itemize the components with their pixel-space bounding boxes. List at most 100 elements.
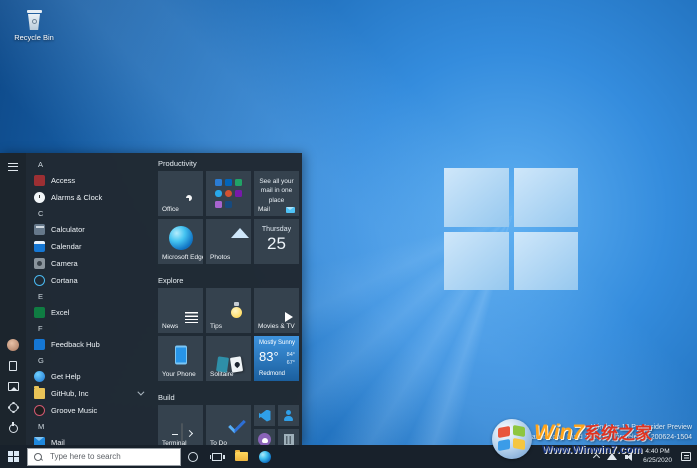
tile-github-desktop[interactable] (254, 429, 275, 445)
tile-movies-tv[interactable]: Movies & TV (254, 288, 299, 333)
avatar-icon (7, 339, 19, 351)
alarm-clock-icon (34, 192, 45, 203)
tile-office[interactable]: Office (158, 171, 203, 216)
teams-mini-icon (225, 201, 232, 208)
app-list-letter-header[interactable]: F (28, 321, 150, 336)
letter-label: A (38, 160, 43, 169)
tile-group-header-build[interactable]: Build (158, 391, 298, 405)
weather-temperature: 83° (259, 349, 279, 364)
cortana-button[interactable] (181, 445, 205, 468)
app-list-item-feedback-hub[interactable]: Feedback Hub (28, 336, 150, 353)
tile-terminal[interactable]: Terminal (158, 405, 203, 445)
mail-icon (34, 437, 45, 445)
chevron-down-icon (137, 389, 144, 396)
feedback-hub-icon (34, 339, 45, 350)
app-list-item-cortana[interactable]: Cortana (28, 272, 150, 289)
search-input[interactable] (28, 449, 180, 465)
file-explorer-button[interactable] (229, 445, 253, 468)
app-list-item-camera[interactable]: Camera (28, 255, 150, 272)
recycle-bin-desktop-icon[interactable]: Recycle Bin (8, 10, 60, 42)
app-list-item-alarms-clock[interactable]: Alarms & Clock (28, 189, 150, 206)
app-list-item-github-inc[interactable]: GitHub, Inc (28, 385, 150, 402)
app-label: Camera (51, 259, 78, 268)
power-button[interactable] (3, 420, 23, 437)
letter-label: E (38, 292, 43, 301)
tile-label: Tips (210, 323, 222, 330)
start-button[interactable] (0, 445, 27, 468)
brand-chinese-text: 系统之家 (584, 424, 652, 443)
tile-calendar[interactable]: Thursday 25 (254, 219, 299, 264)
app-label: Groove Music (51, 406, 97, 415)
app-list-letter-header[interactable]: C (28, 206, 150, 221)
logo-pane (514, 232, 579, 291)
power-icon (9, 424, 18, 433)
tile-dev-app[interactable] (278, 429, 299, 445)
app-list-letter-header[interactable]: A (28, 157, 150, 172)
app-list-item-groove-music[interactable]: Groove Music (28, 402, 150, 419)
tile-photos[interactable]: Photos (206, 219, 251, 264)
building-icon (284, 434, 294, 446)
taskbar-search-box[interactable] (27, 448, 181, 466)
screen: Recycle Bin A Access Alarms & Clock C Ca… (0, 0, 697, 468)
weather-condition: Mostly Sunny (259, 340, 295, 346)
app-list-item-calendar[interactable]: Calendar (28, 238, 150, 255)
person-icon (283, 410, 295, 422)
flag-pane-red (498, 426, 510, 438)
app-list-letter-header[interactable]: E (28, 289, 150, 304)
word-mini-icon (215, 179, 222, 186)
tile-dev-person[interactable] (278, 405, 299, 426)
tile-to-do[interactable]: To Do (206, 405, 251, 445)
tile-label: Solitaire (210, 371, 233, 378)
expand-menu-button[interactable] (3, 158, 23, 175)
pictures-button[interactable] (3, 378, 23, 395)
app-list-item-access[interactable]: Access (28, 172, 150, 189)
documents-button[interactable] (3, 357, 23, 374)
settings-button[interactable] (3, 399, 23, 416)
tile-your-phone[interactable]: Your Phone (158, 336, 203, 381)
recycle-bin-label: Recycle Bin (8, 33, 60, 42)
tile-label: Photos (210, 254, 230, 261)
app-list-letter-header[interactable]: G (28, 353, 150, 368)
app-label: Feedback Hub (51, 340, 100, 349)
edge-taskbar-button[interactable] (253, 445, 277, 468)
tile-group-header-explore[interactable]: Explore (158, 274, 298, 288)
app-label: Cortana (51, 276, 78, 285)
search-icon (34, 453, 43, 462)
task-view-button[interactable] (205, 445, 229, 468)
onedrive-mini-icon (215, 190, 222, 197)
app-list-item-calculator[interactable]: Calculator (28, 221, 150, 238)
app-list-item-mail[interactable]: Mail (28, 434, 150, 445)
tile-label: Your Phone (162, 371, 196, 378)
tile-group-header-productivity[interactable]: Productivity (158, 157, 298, 171)
app-list-item-get-help[interactable]: Get Help (28, 368, 150, 385)
logo-pane (444, 168, 509, 227)
tile-label: Mail (258, 206, 270, 213)
mail-tile-footer: Mail (258, 206, 295, 213)
folder-icon (34, 388, 45, 399)
letter-label: M (38, 422, 44, 431)
tile-label: News (162, 323, 178, 330)
tile-tips[interactable]: Tips (206, 288, 251, 333)
cortana-icon (34, 275, 45, 286)
tile-office-apps-folder[interactable] (206, 171, 251, 216)
tile-visual-studio[interactable] (254, 405, 275, 426)
app-list-item-excel[interactable]: Excel (28, 304, 150, 321)
powerpoint-mini-icon (225, 190, 232, 197)
access-icon (34, 175, 45, 186)
app-label: Access (51, 176, 75, 185)
brand-watermark: Win7系统之家 Www.Winwin7.com (492, 413, 697, 468)
tile-solitaire[interactable]: Solitaire (206, 336, 251, 381)
brand-win7-text: Win7 (534, 421, 584, 444)
weather-high-low: 84°67° (287, 351, 295, 368)
tile-microsoft-edge[interactable]: Microsoft Edge (158, 219, 203, 264)
office-apps-mini-icons (215, 178, 242, 209)
windows-orb-logo (492, 419, 532, 459)
tile-mail[interactable]: See all your mail in one place Mail (254, 171, 299, 216)
tile-weather[interactable]: Mostly Sunny 83° 84°67° Redmond (254, 336, 299, 381)
tile-news[interactable]: News (158, 288, 203, 333)
app-label: GitHub, Inc (51, 389, 89, 398)
calendar-icon (34, 241, 45, 252)
app-list-letter-header[interactable]: M (28, 419, 150, 434)
tile-label: Movies & TV (258, 323, 295, 330)
user-account-button[interactable] (3, 336, 23, 353)
